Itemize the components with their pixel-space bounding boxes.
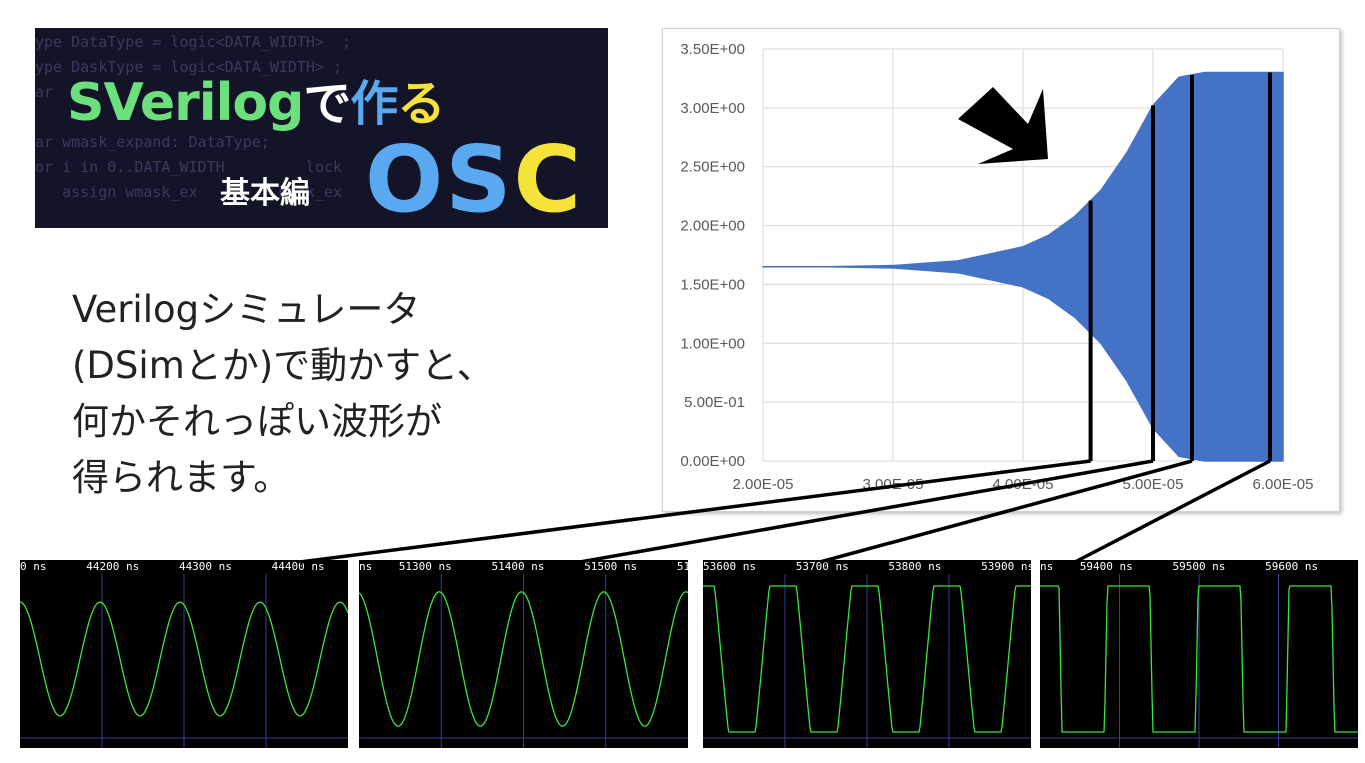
banner-title-char: る	[397, 76, 445, 132]
banner-osc-text: OSC	[365, 126, 583, 228]
scope-panel-4: ns 59400 ns 59500 ns 59600 ns 5970	[1040, 560, 1358, 748]
waveform-chart: 0.00E+00 5.00E-01 1.00E+00 1.50E+00 2.00E+00…	[662, 28, 1340, 512]
banner-osc-os: OS	[365, 126, 514, 228]
y-tick-label: 1.50E+00	[680, 276, 745, 293]
y-tick-label: 0.00E+00	[680, 453, 745, 470]
y-tick-label: 3.00E+00	[680, 100, 745, 117]
scope-panel-3: 53600 ns 53700 ns 53800 ns 53900 ns	[703, 560, 1031, 748]
x-tick-label: 5.00E-05	[1123, 476, 1184, 493]
scope-1-trace	[20, 574, 348, 748]
x-tick-label: 4.00E-05	[993, 476, 1054, 493]
scope-panel-1: 0 ns 44200 ns 44300 ns 44400 ns 44	[20, 560, 348, 748]
scope-2-trace	[359, 574, 688, 748]
y-tick-label: 5.00E-01	[684, 394, 745, 411]
x-tick-label: 6.00E-05	[1253, 476, 1314, 493]
scope-3-trace	[703, 574, 1031, 748]
description-line-3: 何かそれっぽい波形が	[72, 400, 442, 443]
banner-title-tsukuru: で作る	[303, 76, 445, 132]
scope-4-trace	[1040, 574, 1358, 748]
description-line-2: (DSimとか)で動かすと、	[72, 344, 494, 387]
description-line-1: Verilogシミュレータ	[72, 288, 421, 331]
x-tick-label: 3.00E-05	[863, 476, 924, 493]
waveform-chart-svg: 0.00E+00 5.00E-01 1.00E+00 1.50E+00 2.00E+00…	[680, 41, 1314, 493]
y-tick-label: 3.50E+00	[680, 41, 745, 58]
title-banner: ype DataType = logic<DATA_WIDTH> ; ype D…	[35, 28, 608, 228]
y-tick-label: 2.50E+00	[680, 159, 745, 176]
pointer-arrow-icon	[958, 87, 1048, 164]
y-tick-label: 2.00E+00	[680, 218, 745, 235]
banner-title-char: 作	[350, 76, 398, 132]
y-tick-label: 1.00E+00	[680, 335, 745, 352]
banner-title-char: で	[303, 76, 351, 132]
description-text: Verilogシミュレータ (DSimとか)で動かすと、 何かそれっぽい波形が 得られ…	[72, 282, 494, 506]
x-tick-label: 2.00E-05	[733, 476, 794, 493]
description-line-4: 得られます。	[72, 456, 291, 499]
banner-title: SVerilogで作る	[67, 64, 445, 134]
banner-title-sverilog: SVerilog	[67, 73, 304, 133]
banner-osc-c: C	[513, 126, 583, 228]
banner-subtitle: 基本編	[220, 176, 310, 211]
scope-panel-2: ns 51300 ns 51400 ns 51500 ns 516	[359, 560, 688, 748]
